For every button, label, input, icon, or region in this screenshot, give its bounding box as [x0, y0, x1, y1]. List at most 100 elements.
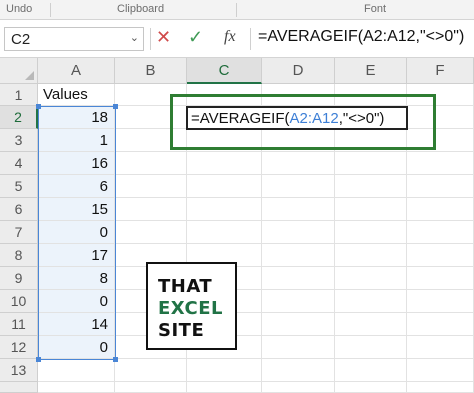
grid-cell[interactable] — [115, 198, 187, 221]
grid-cell[interactable] — [407, 359, 474, 382]
range-handle[interactable] — [113, 104, 118, 109]
row-header-8[interactable]: 8 — [0, 244, 38, 267]
grid-cell[interactable] — [262, 359, 335, 382]
formula-range-ref: A2:A12 — [289, 109, 339, 127]
grid-cell[interactable] — [407, 267, 474, 290]
cell-a1[interactable]: Values — [38, 84, 115, 106]
grid-cell[interactable] — [335, 175, 407, 198]
grid-cell[interactable] — [187, 221, 262, 244]
cell-a2[interactable]: 18 — [38, 106, 115, 129]
row-header-5[interactable]: 5 — [0, 175, 38, 198]
row-header-7[interactable]: 7 — [0, 221, 38, 244]
cell-c2-editor[interactable]: =AVERAGEIF(A2:A12 ,"<>0") — [186, 106, 408, 130]
ribbon-group-undo: Undo — [6, 3, 33, 15]
grid-cell[interactable] — [335, 221, 407, 244]
grid-cell[interactable] — [262, 382, 335, 393]
formula-bar: C2 ⌄ ✕ ✓ fx =AVERAGEIF(A2:A12,"<>0") — [0, 20, 474, 58]
grid-cell[interactable] — [407, 175, 474, 198]
column-header-f[interactable]: F — [407, 58, 474, 84]
column-header-c[interactable]: C — [187, 58, 262, 84]
cell-a12[interactable]: 0 — [38, 336, 115, 359]
checkmark-icon[interactable]: ✓ — [188, 27, 203, 48]
grid-cell[interactable] — [115, 152, 187, 175]
row-header-12[interactable]: 12 — [0, 336, 38, 359]
ribbon-group-labels: Undo Clipboard Font — [0, 0, 474, 20]
formula-prefix: =AVERAGEIF( — [191, 109, 290, 127]
grid-cell[interactable] — [262, 290, 335, 313]
grid-cell[interactable] — [407, 221, 474, 244]
cell-a5[interactable]: 6 — [38, 175, 115, 198]
grid-cell[interactable] — [115, 175, 187, 198]
grid-cell[interactable] — [407, 313, 474, 336]
row-header-10[interactable]: 10 — [0, 290, 38, 313]
cell-a6[interactable]: 15 — [38, 198, 115, 221]
grid-cell[interactable] — [335, 152, 407, 175]
row-header-13[interactable]: 13 — [0, 359, 38, 382]
row-header-11[interactable]: 11 — [0, 313, 38, 336]
row-header-6[interactable]: 6 — [0, 198, 38, 221]
row-header-14[interactable] — [0, 382, 38, 393]
select-all-corner[interactable] — [0, 58, 38, 84]
grid-cell[interactable] — [187, 382, 262, 393]
grid-cell[interactable] — [38, 359, 115, 382]
grid-cell[interactable] — [407, 382, 474, 393]
grid-cell[interactable] — [407, 152, 474, 175]
cell-a3[interactable]: 1 — [38, 129, 115, 152]
grid-cell[interactable] — [262, 313, 335, 336]
grid-cell[interactable] — [187, 359, 262, 382]
insert-function-icon[interactable]: fx — [224, 28, 236, 46]
grid-cell[interactable] — [187, 152, 262, 175]
grid-cell[interactable] — [335, 336, 407, 359]
formula-input[interactable]: =AVERAGEIF(A2:A12,"<>0") — [258, 28, 464, 46]
row-header-2[interactable]: 2 — [0, 106, 38, 129]
column-header-a[interactable]: A — [38, 58, 115, 84]
grid-cell[interactable] — [187, 198, 262, 221]
grid-cell[interactable] — [407, 198, 474, 221]
grid-cell[interactable] — [335, 313, 407, 336]
grid-cell[interactable] — [262, 336, 335, 359]
grid-cell[interactable] — [262, 152, 335, 175]
grid-cell[interactable] — [335, 382, 407, 393]
grid-cell[interactable] — [335, 267, 407, 290]
cell-a11[interactable]: 14 — [38, 313, 115, 336]
grid-cell[interactable] — [115, 359, 187, 382]
grid-cell[interactable] — [262, 198, 335, 221]
column-header-b[interactable]: B — [115, 58, 187, 84]
column-header-e[interactable]: E — [335, 58, 407, 84]
row-header-3[interactable]: 3 — [0, 129, 38, 152]
formula-suffix: ,"<>0") — [338, 109, 385, 127]
grid-cell[interactable] — [262, 267, 335, 290]
column-header-d[interactable]: D — [262, 58, 335, 84]
grid-cell[interactable] — [38, 382, 115, 393]
cell-a7[interactable]: 0 — [38, 221, 115, 244]
grid-cell[interactable] — [262, 244, 335, 267]
grid-cell[interactable] — [335, 198, 407, 221]
range-handle[interactable] — [36, 104, 41, 109]
grid-cell[interactable] — [262, 175, 335, 198]
row-header-9[interactable]: 9 — [0, 267, 38, 290]
grid-cell[interactable] — [335, 290, 407, 313]
grid-cell[interactable] — [407, 336, 474, 359]
cell-a8[interactable]: 17 — [38, 244, 115, 267]
grid-cell[interactable] — [335, 244, 407, 267]
ribbon-separator — [236, 3, 237, 17]
cell-a9[interactable]: 8 — [38, 267, 115, 290]
cell-a4[interactable]: 16 — [38, 152, 115, 175]
cell-a10[interactable]: 0 — [38, 290, 115, 313]
grid-cell[interactable] — [407, 244, 474, 267]
grid-cell[interactable] — [187, 175, 262, 198]
grid-cell[interactable] — [115, 382, 187, 393]
name-box[interactable]: C2 ⌄ — [4, 27, 144, 51]
grid-cell[interactable] — [335, 359, 407, 382]
range-handle[interactable] — [113, 357, 118, 362]
grid-cell[interactable] — [262, 221, 335, 244]
grid-cell[interactable] — [115, 221, 187, 244]
cancel-x-icon[interactable]: ✕ — [156, 27, 171, 48]
grid-cell[interactable] — [407, 290, 474, 313]
row-header-4[interactable]: 4 — [0, 152, 38, 175]
row-header-1[interactable]: 1 — [0, 84, 38, 106]
chevron-down-icon[interactable]: ⌄ — [130, 31, 139, 44]
worksheet-grid: A B C D E F 1 2 3 4 5 6 7 8 9 10 11 12 1… — [0, 58, 474, 393]
ribbon-group-clipboard: Clipboard — [117, 3, 165, 15]
range-handle[interactable] — [36, 357, 41, 362]
